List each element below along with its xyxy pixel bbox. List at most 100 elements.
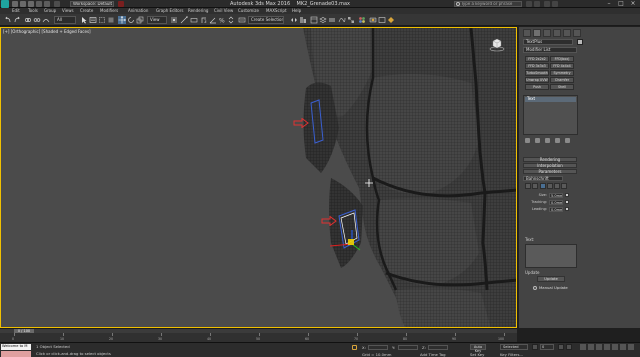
configure-modifier-sets-icon[interactable] xyxy=(565,138,570,143)
display-tab-icon[interactable] xyxy=(563,29,571,37)
perspective-viewport[interactable]: [+] [Orthographic] [Shaded + Edged Faces… xyxy=(0,27,517,328)
redo-icon[interactable] xyxy=(44,1,50,7)
help-icon[interactable] xyxy=(552,1,558,7)
project-folder-icon[interactable] xyxy=(54,1,60,7)
pivot-center-icon[interactable] xyxy=(170,16,178,24)
font-dropdown[interactable]: Bahnschrift xyxy=(523,176,563,181)
push-button[interactable]: Push xyxy=(525,84,549,90)
select-by-name-icon[interactable] xyxy=(89,16,97,24)
align-icon[interactable] xyxy=(299,16,307,24)
render-production-icon[interactable] xyxy=(387,16,395,24)
size-spinner[interactable] xyxy=(565,193,569,197)
link-icon[interactable] xyxy=(24,16,32,24)
create-tab-icon[interactable] xyxy=(523,29,531,37)
rendering-rollout[interactable]: Rendering xyxy=(523,157,577,162)
minimize-button[interactable]: – xyxy=(604,0,614,8)
mirror-icon[interactable] xyxy=(290,16,298,24)
track-bar[interactable]: 0 10 20 30 40 50 60 70 80 90 100 xyxy=(0,333,517,342)
modifier-list-dropdown[interactable]: Modifier List xyxy=(523,47,577,53)
field-of-view-icon[interactable] xyxy=(604,344,610,350)
zoom-all-icon[interactable] xyxy=(588,344,594,350)
add-time-tag[interactable]: Add Time Tag xyxy=(420,352,445,357)
reference-coordinate-dropdown[interactable]: View xyxy=(147,16,167,24)
size-input[interactable]: 5.0mm xyxy=(549,193,563,198)
close-button[interactable]: × xyxy=(628,0,638,8)
ffd-3x3x3-button[interactable]: FFD 3x3x3 xyxy=(525,63,549,69)
new-file-icon[interactable] xyxy=(12,1,18,7)
undo-icon[interactable] xyxy=(36,1,42,7)
hierarchy-tab-icon[interactable] xyxy=(543,29,551,37)
maximize-button[interactable]: □ xyxy=(616,0,626,8)
z-coordinate-field[interactable] xyxy=(428,345,448,350)
underline-style-button[interactable] xyxy=(532,183,538,189)
pin-stack-icon[interactable] xyxy=(525,138,530,143)
curve-editor-icon[interactable] xyxy=(338,16,346,24)
key-mode-dropdown[interactable]: Selected xyxy=(500,344,528,350)
tracking-spinner[interactable] xyxy=(565,200,569,204)
go-to-start-icon[interactable] xyxy=(532,344,538,350)
italic-style-button[interactable] xyxy=(525,183,531,189)
parameters-rollout[interactable]: Parameters xyxy=(523,169,577,174)
auto-key-button[interactable]: Auto Key xyxy=(470,344,486,353)
shell-button[interactable]: Shell xyxy=(550,84,574,90)
select-rotate-icon[interactable] xyxy=(127,16,135,24)
interpolation-rollout[interactable]: Interpolation xyxy=(523,163,577,168)
grenade-mesh[interactable] xyxy=(1,28,517,328)
make-unique-icon[interactable] xyxy=(545,138,550,143)
schematic-view-icon[interactable] xyxy=(347,16,355,24)
star-icon[interactable] xyxy=(534,1,540,7)
modifier-stack[interactable]: Text xyxy=(523,95,578,135)
leading-input[interactable]: 0.0mm xyxy=(549,207,563,212)
render-setup-icon[interactable] xyxy=(369,16,377,24)
modify-tab-icon[interactable] xyxy=(533,29,541,37)
material-editor-icon[interactable] xyxy=(358,16,366,24)
selection-filter-dropdown[interactable]: All xyxy=(54,16,76,24)
unwrap-uvw-button[interactable]: Unwrap UVW xyxy=(525,77,549,83)
orbit-icon[interactable] xyxy=(620,344,626,350)
selection-lock-icon[interactable] xyxy=(352,345,357,350)
ribbon-toggle-icon[interactable] xyxy=(328,16,336,24)
quick-access-icon[interactable] xyxy=(118,1,124,7)
edit-named-selection-icon[interactable] xyxy=(238,16,246,24)
y-coordinate-field[interactable] xyxy=(398,345,418,350)
percent-snap-icon[interactable]: % xyxy=(218,16,226,25)
window-crossing-icon[interactable] xyxy=(107,16,115,24)
remove-modifier-icon[interactable] xyxy=(555,138,560,143)
named-selection-set-dropdown[interactable]: Create Selection Se xyxy=(248,16,284,24)
pan-icon[interactable] xyxy=(612,344,618,350)
current-frame-field[interactable]: 0 xyxy=(540,344,554,350)
scene-explorer-icon[interactable] xyxy=(310,16,318,24)
move-gizmo[interactable] xyxy=(326,228,366,254)
update-button[interactable]: Update xyxy=(537,276,565,282)
tracking-input[interactable]: 0.0mm xyxy=(549,200,563,205)
maximize-viewport-icon[interactable] xyxy=(628,344,634,350)
stack-item-text[interactable]: Text xyxy=(525,97,576,102)
ffd-2x2x2-button[interactable]: FFD 2x2x2 xyxy=(525,56,549,62)
symmetry-button[interactable]: Symmetry xyxy=(550,70,574,76)
utilities-tab-icon[interactable] xyxy=(573,29,581,37)
binoculars-icon[interactable] xyxy=(526,1,532,7)
go-to-end-icon[interactable] xyxy=(566,344,572,350)
ffd-4x4x4-button[interactable]: FFD 4x4x4 xyxy=(550,63,574,69)
ffd-box-button[interactable]: FFD(box) xyxy=(550,56,574,62)
justify-button[interactable] xyxy=(561,183,567,189)
show-end-result-icon[interactable] xyxy=(535,138,540,143)
viewcube[interactable] xyxy=(489,36,505,52)
undo-icon[interactable] xyxy=(4,16,12,24)
spinner-snap-icon[interactable] xyxy=(227,16,235,24)
select-move-icon[interactable] xyxy=(118,16,126,24)
text-input-area[interactable] xyxy=(525,244,577,268)
workspace-dropdown[interactable]: Workspace: Default xyxy=(70,1,114,7)
key-filters-button[interactable]: Key Filters... xyxy=(500,352,523,357)
user-icon[interactable] xyxy=(544,1,550,7)
angle-snap-icon[interactable] xyxy=(209,16,217,24)
set-key-button[interactable]: Set Key xyxy=(470,352,484,357)
align-right-button[interactable] xyxy=(554,183,560,189)
rendered-frame-window-icon[interactable] xyxy=(378,16,386,24)
object-color-swatch[interactable] xyxy=(577,39,583,45)
maxscript-output[interactable] xyxy=(1,351,31,357)
object-name-field[interactable]: TextPlus xyxy=(523,39,573,45)
chamfer-button[interactable]: Chamfer xyxy=(550,77,574,83)
keyboard-shortcut-override-icon[interactable] xyxy=(190,16,198,24)
layer-explorer-icon[interactable] xyxy=(319,16,327,24)
